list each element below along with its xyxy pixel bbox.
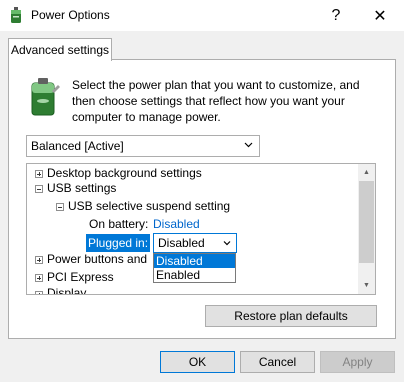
plugged-in-select[interactable]: Disabled: [153, 233, 237, 253]
on-battery-value-link[interactable]: Disabled: [153, 217, 200, 231]
tree-item-pci-express[interactable]: PCI Express: [47, 270, 114, 284]
description-text: Select the power plan that you want to c…: [72, 78, 360, 124]
battery-icon: [31, 78, 60, 116]
scroll-down-icon[interactable]: ▼: [358, 277, 375, 294]
tree-item-desktop-background[interactable]: Desktop background settings: [47, 166, 202, 180]
scroll-up-icon[interactable]: ▲: [358, 164, 375, 181]
title-bar: Power Options ? ✕: [0, 0, 404, 31]
plugged-in-dropdown-list: Disabled Enabled: [153, 253, 236, 283]
window-title: Power Options: [31, 8, 110, 22]
help-icon: ?: [331, 6, 341, 24]
ok-button[interactable]: OK: [160, 351, 235, 373]
tree-item-usb-selective-suspend[interactable]: USB selective suspend setting: [68, 199, 230, 213]
tab-advanced-settings[interactable]: Advanced settings: [8, 38, 112, 61]
plugged-in-value: Disabled: [158, 236, 205, 250]
plugged-in-label: Plugged in:: [86, 234, 150, 252]
option-disabled[interactable]: Disabled: [154, 254, 235, 268]
chevron-down-icon: [223, 241, 231, 246]
cancel-button[interactable]: Cancel: [240, 351, 315, 373]
close-button[interactable]: ✕: [358, 0, 402, 31]
chevron-down-icon: [244, 142, 253, 148]
expand-icon[interactable]: [35, 291, 43, 294]
power-plan-select[interactable]: Balanced [Active]: [26, 135, 260, 157]
help-button[interactable]: ?: [314, 0, 358, 31]
tree-scrollbar[interactable]: ▲ ▼: [358, 164, 375, 294]
expand-icon[interactable]: [35, 256, 43, 264]
tree-item-power-buttons[interactable]: Power buttons and: [47, 252, 147, 266]
power-plan-value: Balanced [Active]: [31, 139, 124, 153]
close-icon: ✕: [373, 7, 387, 25]
scroll-thumb[interactable]: [359, 181, 374, 263]
on-battery-label: On battery:: [89, 217, 149, 231]
expand-icon[interactable]: [35, 170, 43, 178]
option-enabled[interactable]: Enabled: [154, 268, 235, 282]
apply-button[interactable]: Apply: [320, 351, 395, 373]
restore-plan-defaults-button[interactable]: Restore plan defaults: [205, 305, 377, 327]
collapse-icon[interactable]: [35, 185, 43, 193]
collapse-icon[interactable]: [56, 203, 64, 211]
expand-icon[interactable]: [35, 274, 43, 282]
power-options-icon: [11, 7, 21, 23]
tree-item-usb-settings[interactable]: USB settings: [47, 181, 116, 195]
tree-item-display[interactable]: Display: [47, 286, 86, 294]
